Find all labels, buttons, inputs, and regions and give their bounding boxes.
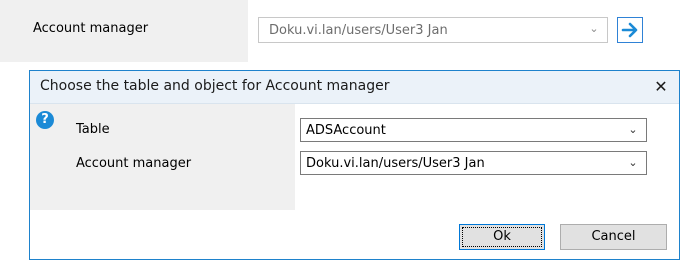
close-icon[interactable]: ✕ — [649, 75, 673, 99]
account-manager-select[interactable]: Doku.vi.lan/users/User3 Jan ⌄ — [300, 151, 647, 175]
arrow-right-icon — [621, 22, 638, 38]
chevron-down-icon[interactable]: ⌄ — [587, 22, 601, 36]
background-combo-value: Doku.vi.lan/users/User3 Jan — [269, 23, 448, 38]
dialog-title-bar[interactable]: Choose the table and object for Account … — [30, 71, 679, 104]
go-button[interactable] — [617, 17, 643, 43]
help-icon[interactable]: ? — [36, 111, 54, 129]
cancel-button[interactable]: Cancel — [560, 224, 667, 250]
table-select[interactable]: ADSAccount ⌄ — [300, 118, 647, 142]
account-manager-select-value: Doku.vi.lan/users/User3 Jan — [306, 156, 485, 171]
background-field-label: Account manager — [33, 21, 149, 36]
ok-button[interactable]: Ok — [459, 224, 545, 250]
table-select-value: ADSAccount — [306, 123, 386, 138]
dialog-title: Choose the table and object for Account … — [40, 78, 390, 94]
background-account-manager-combo[interactable]: Doku.vi.lan/users/User3 Jan ⌄ — [258, 17, 608, 43]
chevron-down-icon[interactable]: ⌄ — [626, 156, 640, 170]
chevron-down-icon[interactable]: ⌄ — [626, 123, 640, 137]
account-manager-label: Account manager — [76, 156, 192, 171]
table-label: Table — [76, 122, 110, 137]
choose-table-dialog: Choose the table and object for Account … — [29, 70, 680, 260]
